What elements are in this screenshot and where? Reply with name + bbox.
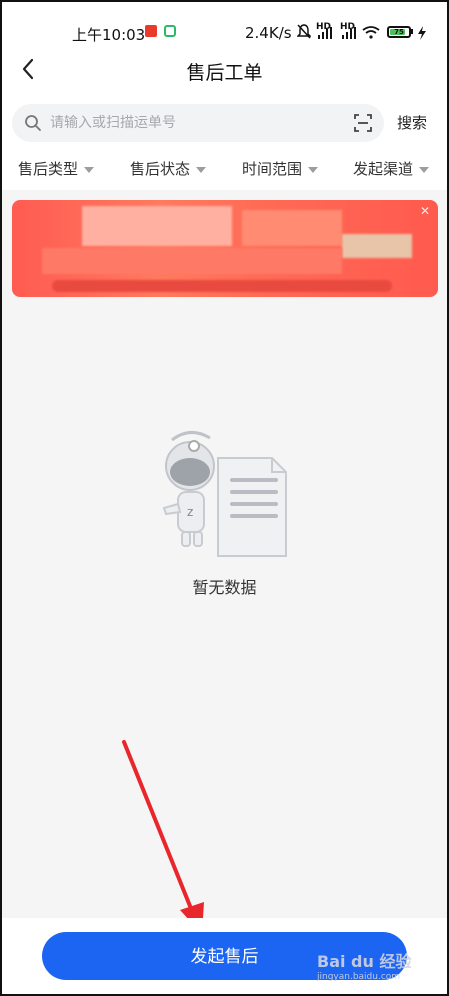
filter-label: 发起渠道: [353, 160, 414, 178]
watermark-logo: Bai du 经验: [317, 952, 412, 971]
mute-bell-icon: [297, 24, 311, 39]
caret-down-icon: [419, 166, 430, 173]
banner-blurred-block: [242, 210, 342, 246]
banner-blurred-block: [42, 248, 342, 274]
promo-banner[interactable]: ✕: [12, 200, 438, 297]
battery-tip: [411, 29, 413, 34]
filter-label: 售后状态: [130, 160, 191, 178]
banner-blurred-block: [342, 234, 412, 258]
battery-level: 75: [394, 28, 404, 36]
status-time: 上午10:03: [72, 26, 146, 44]
empty-state: z 暂无数据: [0, 420, 449, 620]
empty-mascot-illustration: z: [162, 431, 287, 557]
top-panel: 上午10:03 2.4K/s HD HD 75 售后工单 请输入或扫描运单号 搜…: [0, 0, 449, 190]
close-icon[interactable]: ✕: [418, 204, 432, 218]
network-speed: 2.4K/s: [245, 24, 292, 42]
signal-icon: [318, 27, 332, 39]
status-bar: 上午10:03 2.4K/s HD HD 75: [0, 0, 449, 44]
filter-bar: 售后类型 售后状态 时间范围 发起渠道: [0, 154, 449, 184]
filter-status[interactable]: 售后状态: [130, 154, 207, 184]
caret-down-icon: [308, 166, 319, 173]
banner-blurred-block: [82, 206, 232, 246]
bottom-bar: 发起售后 Bai du 经验 jingyan.baidu.com: [0, 918, 449, 996]
search-button[interactable]: 搜索: [392, 104, 432, 142]
signal-icon-2: [342, 27, 356, 39]
filter-type[interactable]: 售后类型: [18, 154, 95, 184]
search-icon: [25, 115, 41, 131]
scan-icon[interactable]: [354, 114, 372, 132]
baidu-watermark: Bai du 经验 jingyan.baidu.com: [317, 944, 427, 988]
empty-state-text: 暂无数据: [192, 578, 257, 597]
banner-blurred-block: [52, 280, 392, 292]
battery-indicator: 75: [387, 26, 411, 38]
app-notification-icon-2: [164, 25, 176, 37]
page-header: 售后工单: [0, 48, 449, 92]
search-bar[interactable]: [12, 104, 384, 142]
wifi-icon: [362, 26, 380, 39]
charging-icon: [418, 26, 426, 40]
filter-channel[interactable]: 发起渠道: [353, 154, 430, 184]
svg-text:z: z: [187, 505, 193, 519]
search-input[interactable]: [50, 104, 350, 142]
app-notification-icon: [145, 25, 157, 37]
caret-down-icon: [196, 166, 207, 173]
page-title: 售后工单: [186, 62, 263, 84]
red-arrow-annotation: [122, 740, 204, 934]
caret-down-icon: [84, 166, 95, 173]
watermark-url: jingyan.baidu.com: [317, 972, 401, 982]
filter-label: 售后类型: [18, 160, 79, 178]
filter-label: 时间范围: [242, 160, 303, 178]
filter-time-range[interactable]: 时间范围: [242, 154, 319, 184]
